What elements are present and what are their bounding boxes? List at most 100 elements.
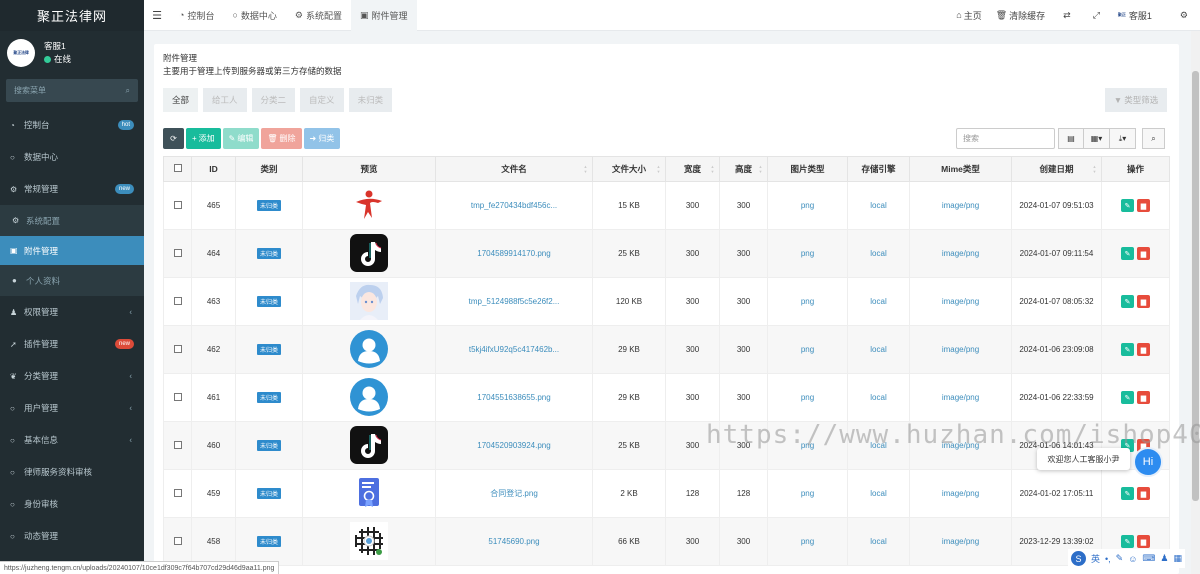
tiktok-logo-thumbnail[interactable]	[350, 425, 388, 464]
advanced-search-button[interactable]: ⌕	[1142, 128, 1165, 149]
sidebar-toggle-icon[interactable]: ☰	[144, 9, 170, 22]
chat-hi-button[interactable]: Hi	[1133, 447, 1163, 477]
row-delete-button[interactable]: ▆	[1137, 535, 1150, 548]
column-header[interactable]: 图片类型	[767, 156, 848, 182]
filename-link[interactable]: t5kj4ifxU92q5c417462b...	[469, 345, 559, 354]
type-filter-button[interactable]: ▼ 类型筛选	[1105, 88, 1167, 112]
storage-link[interactable]: local	[870, 393, 886, 402]
filename-link[interactable]: 51745690.png	[488, 537, 539, 546]
sidebar-item-6[interactable]: ♟ 权限管理 ‹	[0, 296, 144, 328]
category-badge[interactable]: 未归类	[256, 344, 281, 355]
toggle-view-button[interactable]: ▤	[1058, 128, 1084, 149]
user-menu[interactable]: 聚正 客服1	[1111, 9, 1180, 22]
table-row[interactable]: 463 未归类 tmp_5124988f5c5e26f2... 120 KB 300 30…	[163, 277, 1170, 326]
sort-icon[interactable]: ▲▼	[583, 164, 588, 174]
storage-link[interactable]: local	[870, 537, 886, 546]
ime-pen-icon[interactable]: ✎	[1116, 553, 1124, 564]
sidebar-item-2[interactable]: ⚙ 常规管理 new	[0, 173, 144, 205]
column-header[interactable]: ID	[191, 156, 236, 182]
ime-keyboard-icon[interactable]: ⌨	[1142, 553, 1155, 564]
default-user-avatar-thumbnail[interactable]	[350, 329, 388, 368]
filename-link[interactable]: 1704520903924.png	[477, 441, 550, 450]
ime-user-icon[interactable]: ♟	[1160, 553, 1168, 564]
row-checkbox[interactable]	[173, 488, 182, 497]
row-delete-button[interactable]: ▆	[1137, 199, 1150, 212]
column-header[interactable]: 文件名 ▲▼	[435, 156, 593, 182]
column-header[interactable]: 高度 ▲▼	[719, 156, 768, 182]
sort-icon[interactable]: ▲▼	[1092, 164, 1097, 174]
contract-icon-thumbnail[interactable]	[350, 474, 388, 512]
red-figure-logo-thumbnail[interactable]	[350, 186, 388, 224]
nav-tab-1[interactable]: ○ 数据中心	[223, 0, 285, 31]
storage-link[interactable]: local	[870, 297, 886, 306]
storage-link[interactable]: local	[870, 345, 886, 354]
storage-link[interactable]: local	[870, 489, 886, 498]
ime-language[interactable]: 英	[1091, 552, 1100, 565]
category-badge[interactable]: 未归类	[256, 248, 281, 259]
column-header[interactable]: 预览	[302, 156, 436, 182]
row-delete-button[interactable]: ▆	[1137, 247, 1150, 260]
ime-punctuation-icon[interactable]: •,	[1105, 554, 1111, 564]
sidebar-item-11[interactable]: ○ 律师服务资料审核	[0, 456, 144, 488]
classify-button[interactable]: ➜ 归类	[303, 128, 341, 149]
category-tab-1[interactable]: 给工人	[203, 88, 247, 112]
column-header[interactable]: 存储引擎	[847, 156, 910, 182]
storage-link[interactable]: local	[870, 441, 886, 450]
sidebar-item-0[interactable]: ◔ 控制台 hot	[0, 109, 144, 141]
mime-link[interactable]: image/png	[942, 441, 979, 450]
filename-link[interactable]: 1704589914170.png	[477, 249, 550, 258]
row-checkbox[interactable]	[173, 200, 182, 209]
select-all-checkbox[interactable]	[173, 164, 182, 172]
row-edit-button[interactable]: ✎	[1121, 535, 1134, 548]
storage-link[interactable]: local	[870, 201, 886, 210]
column-header[interactable]: 宽度 ▲▼	[665, 156, 720, 182]
imagetype-link[interactable]: png	[801, 345, 814, 354]
home-link[interactable]: ⌂ 主页	[949, 9, 988, 22]
ime-grid-icon[interactable]: ▦	[1174, 553, 1183, 564]
table-row[interactable]: 458 未归类 51745690.png 66 KB 300 300 png local ima…	[163, 517, 1170, 566]
category-badge[interactable]: 未归类	[256, 488, 281, 499]
scrollbar-thumb[interactable]	[1192, 71, 1199, 501]
imagetype-link[interactable]: png	[801, 537, 814, 546]
table-row[interactable]: 464 未归类 1704589914170.png 25 KB 300 300 png loc…	[163, 229, 1170, 278]
sidebar-item-7[interactable]: ➚ 插件管理 new	[0, 328, 144, 360]
filename-link[interactable]: tmp_fe270434bdf456c...	[471, 201, 557, 210]
sidebar-item-9[interactable]: ○ 用户管理 ‹	[0, 392, 144, 424]
imagetype-link[interactable]: png	[801, 249, 814, 258]
mime-link[interactable]: image/png	[942, 393, 979, 402]
nav-tab-0[interactable]: ◔ 控制台	[170, 0, 223, 31]
category-badge[interactable]: 未归类	[256, 296, 281, 307]
filename-link[interactable]: tmp_5124988f5c5e26f2...	[469, 297, 560, 306]
row-checkbox[interactable]	[173, 248, 182, 257]
category-tab-0[interactable]: 全部	[163, 88, 199, 112]
row-edit-button[interactable]: ✎	[1121, 391, 1134, 404]
sort-icon[interactable]: ▲▼	[710, 164, 715, 174]
edit-button[interactable]: ✎ 编辑	[222, 128, 260, 149]
row-delete-button[interactable]: ▆	[1137, 391, 1150, 404]
export-button[interactable]: ⤓▾	[1109, 128, 1136, 149]
category-tab-2[interactable]: 分类二	[251, 88, 296, 112]
sort-icon[interactable]: ▲▼	[656, 164, 661, 174]
sidebar-item-3[interactable]: ⚙ 系统配置	[0, 205, 144, 236]
row-delete-button[interactable]: ▆	[1137, 487, 1150, 500]
add-button[interactable]: + 添加	[186, 128, 221, 149]
ime-emoji-icon[interactable]: ☺	[1128, 554, 1137, 564]
category-badge[interactable]: 未归类	[256, 440, 281, 451]
sidebar-item-5[interactable]: ● 个人资料	[0, 265, 144, 296]
row-edit-button[interactable]: ✎	[1121, 295, 1134, 308]
default-user-avatar-thumbnail[interactable]	[350, 377, 388, 416]
column-header[interactable]: 文件大小 ▲▼	[592, 156, 666, 182]
row-edit-button[interactable]: ✎	[1121, 247, 1134, 260]
page-scrollbar[interactable]	[1191, 31, 1200, 574]
row-checkbox[interactable]	[173, 440, 182, 449]
imagetype-link[interactable]: png	[801, 489, 814, 498]
chat-bubble[interactable]: 欢迎您人工客服小尹	[1037, 448, 1130, 470]
imagetype-link[interactable]: png	[801, 201, 814, 210]
row-delete-button[interactable]: ▆	[1137, 295, 1150, 308]
settings-gear-icon[interactable]: ⚙	[1180, 10, 1200, 21]
row-checkbox[interactable]	[173, 392, 182, 401]
mime-link[interactable]: image/png	[942, 297, 979, 306]
sidebar-item-12[interactable]: ○ 身份审核	[0, 488, 144, 520]
column-header[interactable]: 创建日期 ▲▼	[1011, 156, 1102, 182]
delete-button[interactable]: 🗑︎ 删除	[261, 128, 302, 149]
